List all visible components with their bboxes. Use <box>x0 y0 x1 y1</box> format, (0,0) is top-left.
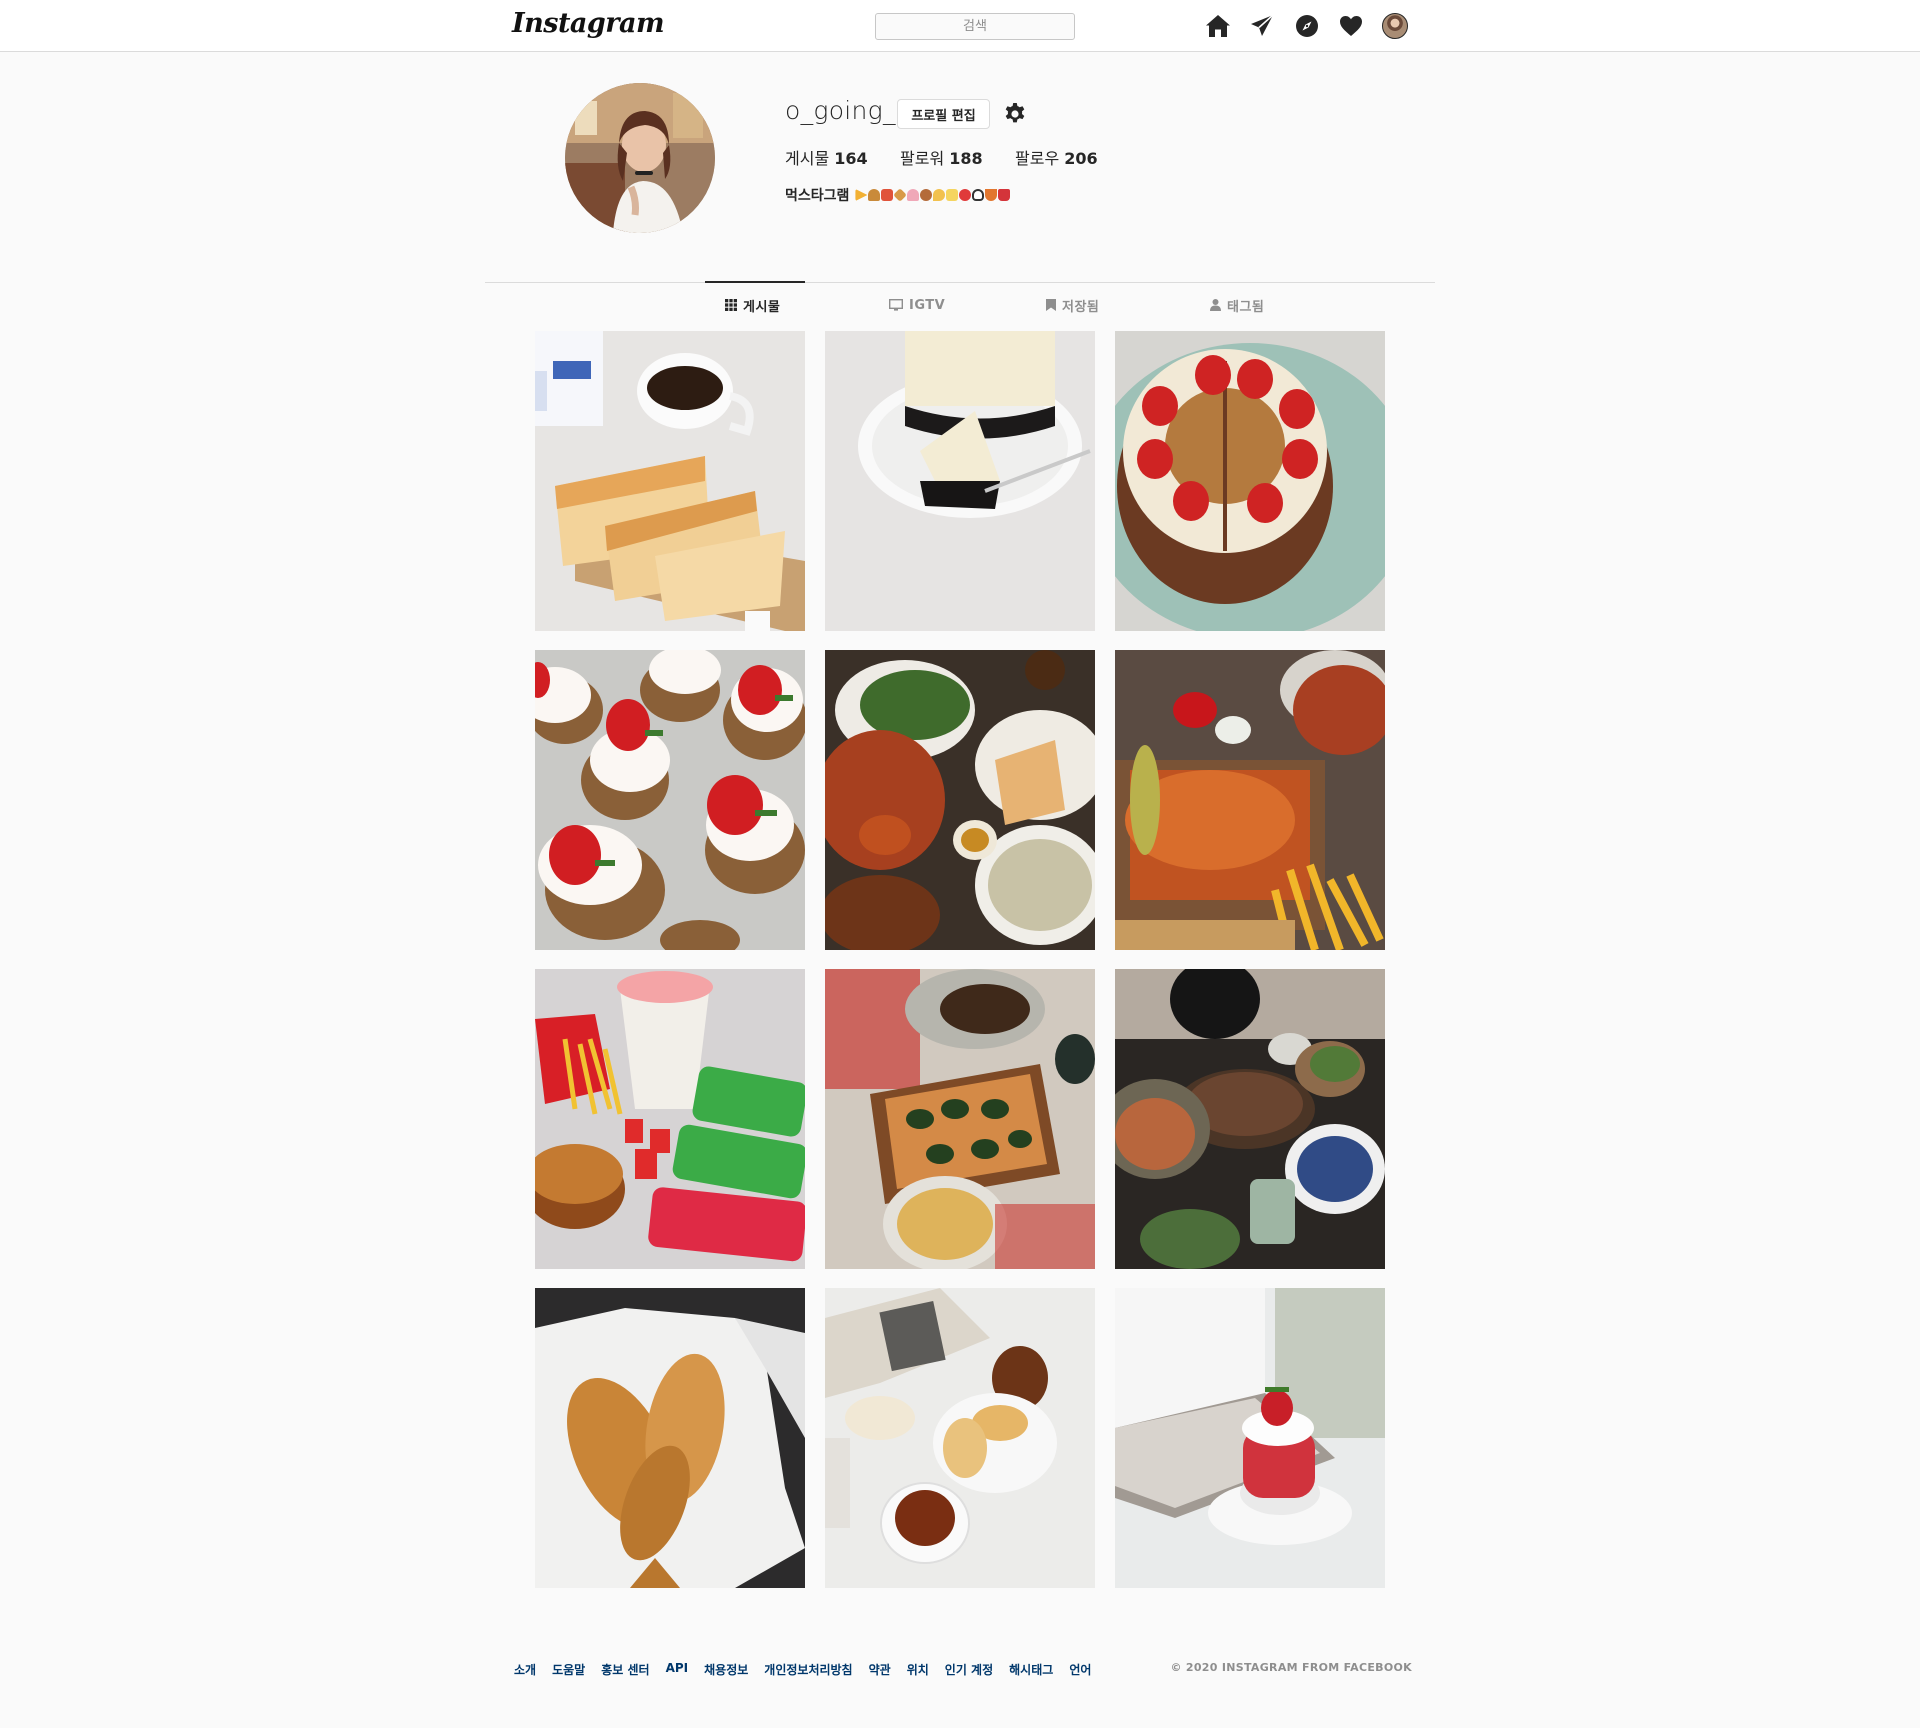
following-label: 팔로우 <box>1015 149 1060 168</box>
following-value: 206 <box>1064 149 1098 168</box>
search-input[interactable] <box>875 13 1075 40</box>
bio-text: 먹스타그램 <box>785 188 850 204</box>
tab-igtv[interactable]: IGTV <box>889 296 945 314</box>
profile-bio: 먹스타그램 <box>785 185 1011 205</box>
post-lobster-and-fries[interactable] <box>1115 650 1385 950</box>
profile-photo[interactable] <box>565 83 715 233</box>
post-strawberry-dessert[interactable] <box>1115 1288 1385 1588</box>
settings-gear-icon[interactable] <box>1003 102 1027 126</box>
active-tab-indicator <box>705 281 805 283</box>
instagram-logo[interactable]: Instagram <box>512 8 665 39</box>
tab-tagged-label: 태그됨 <box>1227 299 1265 315</box>
direct-icon[interactable] <box>1248 12 1276 40</box>
user-tag-icon <box>1210 299 1221 311</box>
grid-icon <box>725 299 737 311</box>
footer-link-language[interactable]: 언어 <box>1069 1661 1091 1678</box>
posts-value: 164 <box>834 149 868 168</box>
footer-links: 소개 도움말 홍보 센터 API 채용정보 개인정보처리방침 약관 위치 인기 … <box>514 1661 1091 1678</box>
edit-profile-button[interactable]: 프로필 편집 <box>897 99 990 129</box>
tv-icon <box>889 299 903 311</box>
post-mcdonalds-meal[interactable] <box>535 969 805 1269</box>
footer-link-privacy[interactable]: 개인정보처리방침 <box>764 1661 852 1678</box>
footer-link-help[interactable]: 도움말 <box>552 1661 585 1678</box>
tab-saved-label: 저장됨 <box>1062 299 1100 315</box>
top-navigation-bar: Instagram <box>0 0 1920 52</box>
post-toast-and-coffee[interactable] <box>535 331 805 631</box>
post-fish-shaped-bread[interactable] <box>535 1288 805 1588</box>
tab-posts-label: 게시물 <box>743 299 781 315</box>
footer-link-about[interactable]: 소개 <box>514 1661 536 1678</box>
footer-link-top-accounts[interactable]: 인기 계정 <box>945 1661 993 1678</box>
bookmark-icon <box>1046 299 1056 311</box>
food-emojis-icon <box>855 188 1011 202</box>
post-pizza-and-pasta[interactable] <box>825 969 1095 1269</box>
post-strawberry-cupcakes[interactable] <box>535 650 805 950</box>
footer-link-press[interactable]: 홍보 센터 <box>601 1661 649 1678</box>
posts-label: 게시물 <box>785 149 830 168</box>
tab-saved[interactable]: 저장됨 <box>1046 296 1100 315</box>
post-asian-dinner-table[interactable] <box>1115 969 1385 1269</box>
footer-copyright: © 2020 INSTAGRAM FROM FACEBOOK <box>1170 1661 1412 1674</box>
footer-link-hashtags[interactable]: 해시태그 <box>1009 1661 1053 1678</box>
posts-count: 게시물 164 <box>785 145 868 169</box>
followers-value: 188 <box>949 149 983 168</box>
footer-link-terms[interactable]: 약관 <box>869 1661 891 1678</box>
post-seafood-platter[interactable] <box>825 650 1095 950</box>
followers-label: 팔로워 <box>900 149 945 168</box>
activity-heart-icon[interactable] <box>1337 12 1365 40</box>
tabs-divider <box>485 282 1435 283</box>
tab-tagged[interactable]: 태그됨 <box>1210 296 1265 315</box>
followers-count[interactable]: 팔로워 188 <box>900 145 983 169</box>
following-count[interactable]: 팔로우 206 <box>1015 145 1098 169</box>
footer-link-jobs[interactable]: 채용정보 <box>704 1661 748 1678</box>
explore-icon[interactable] <box>1293 12 1321 40</box>
post-cafe-bread-and-tea[interactable] <box>825 1288 1095 1588</box>
post-strawberry-cake[interactable] <box>1115 331 1385 631</box>
post-cheesecake[interactable] <box>825 331 1095 631</box>
tab-posts[interactable]: 게시물 <box>725 296 781 315</box>
footer-link-api[interactable]: API <box>666 1661 689 1678</box>
profile-avatar-icon[interactable] <box>1381 12 1409 40</box>
tab-igtv-label: IGTV <box>909 297 946 313</box>
profile-username: o_going_ <box>785 96 896 125</box>
footer-link-locations[interactable]: 위치 <box>907 1661 929 1678</box>
home-icon[interactable] <box>1204 12 1232 40</box>
